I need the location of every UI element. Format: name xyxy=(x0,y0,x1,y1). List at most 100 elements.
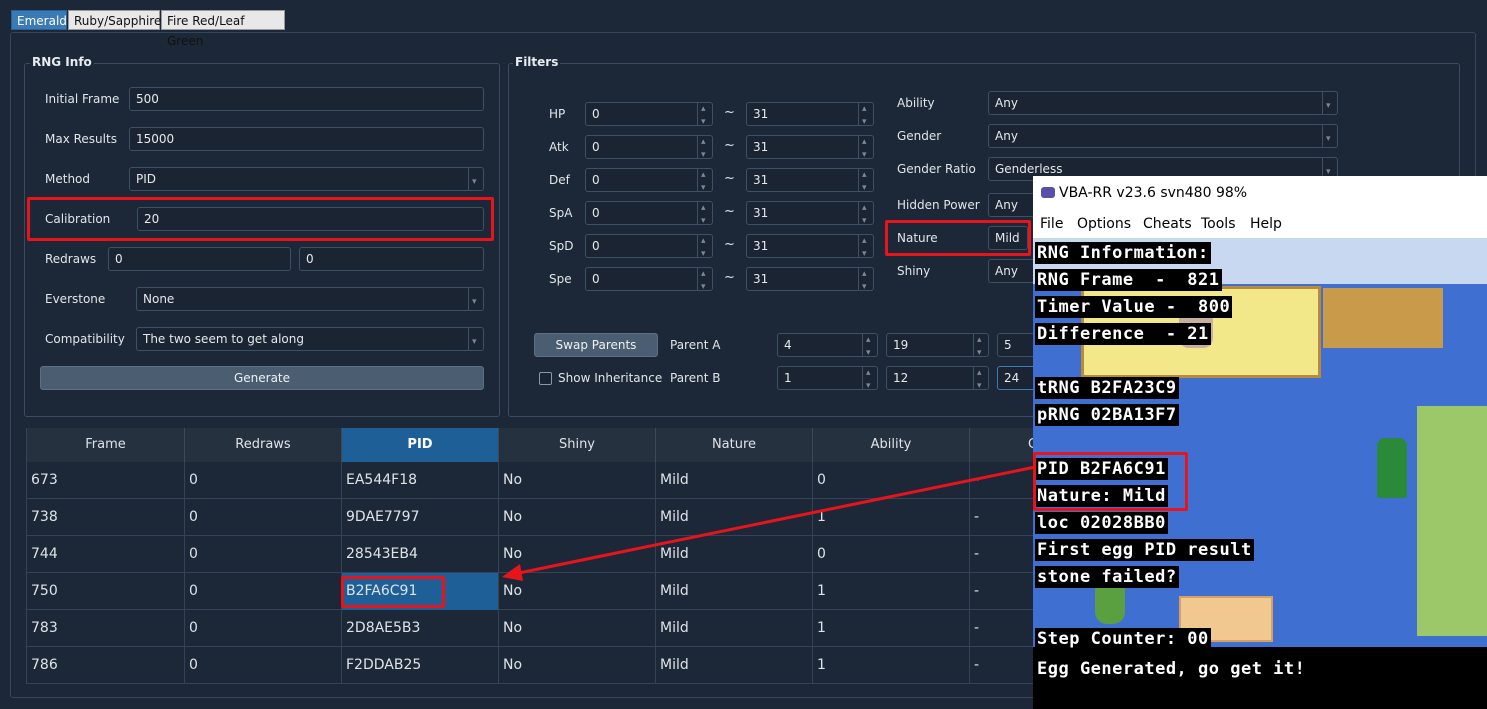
nature-highlight xyxy=(885,220,1031,256)
max-results-label: Max Results xyxy=(45,132,117,146)
table-row[interactable]: 783 0 2D8AE5B3 No Mild 1- xyxy=(26,610,1036,647)
menu-file[interactable]: File xyxy=(1040,210,1063,238)
iv-range-tilde: ~ xyxy=(724,171,735,186)
chevron-down-icon xyxy=(1322,125,1337,150)
parent-a-iv-2[interactable]: 19 xyxy=(886,329,989,364)
tab-ruby-sapphire[interactable]: Ruby/Sapphire xyxy=(68,10,161,30)
redraws-label: Redraws xyxy=(45,252,97,266)
generate-button[interactable]: Generate xyxy=(40,366,484,390)
pid-nature-highlight xyxy=(1033,452,1188,511)
cell-pid: F2DDAB25 xyxy=(342,647,499,684)
tab-fire-red-leaf-green[interactable]: Fire Red/Leaf Green xyxy=(161,10,285,48)
cell-ability: 1 xyxy=(813,647,970,684)
cell-pid: EA544F18 xyxy=(342,462,499,499)
gender-label: Gender xyxy=(897,129,942,143)
column-header-g[interactable]: G xyxy=(970,428,1038,462)
compatibility-select[interactable]: The two seem to get along xyxy=(136,327,484,353)
cell-frame: 738 xyxy=(27,499,185,536)
iv-max-spa[interactable]: 31 xyxy=(746,197,874,232)
gender-select[interactable]: Any xyxy=(988,124,1338,150)
overlay-line: pRNG 02BA13F7 xyxy=(1035,404,1179,426)
column-header-shiny[interactable]: Shiny xyxy=(499,428,656,462)
parent-b-label: Parent B xyxy=(670,371,721,385)
filters-title: Filters xyxy=(513,55,561,69)
game-grass xyxy=(1417,406,1487,636)
table-row[interactable]: 786 0 F2DDAB25 No Mild 1- xyxy=(26,647,1036,684)
iv-min-spe[interactable]: 0 xyxy=(585,263,713,298)
iv-max-atk[interactable]: 31 xyxy=(746,131,874,166)
iv-label-def: Def xyxy=(549,173,570,187)
iv-range-tilde: ~ xyxy=(724,105,735,120)
method-select[interactable]: PID xyxy=(129,167,484,193)
gender-ratio-label: Gender Ratio xyxy=(897,162,976,176)
ability-select[interactable]: Any xyxy=(988,91,1338,117)
initial-frame-label: Initial Frame xyxy=(45,92,120,106)
cell-ability: 1 xyxy=(813,610,970,647)
iv-max-spe[interactable]: 31 xyxy=(746,263,874,298)
column-header-frame[interactable]: Frame xyxy=(27,428,185,462)
parent-b-iv-2[interactable]: 12 xyxy=(886,362,989,397)
max-results-field[interactable]: 15000 xyxy=(129,127,484,151)
initial-frame-field[interactable]: 500 xyxy=(129,87,484,111)
chevron-down-icon xyxy=(468,168,483,193)
parent-a-iv-3[interactable]: 5 xyxy=(997,333,1037,357)
vba-window: VBA-RR v23.6 svn480 98% File Options Che… xyxy=(1033,176,1487,709)
redraws-max-field[interactable]: 0 xyxy=(299,247,484,271)
menu-help[interactable]: Help xyxy=(1250,210,1282,238)
ability-label: Ability xyxy=(897,96,935,110)
overlay-line: stone failed? xyxy=(1035,566,1179,588)
cell-redraws: 0 xyxy=(185,462,342,499)
cell-redraws: 0 xyxy=(185,573,342,610)
overlay-line: Egg Generated, go get it! xyxy=(1035,658,1308,680)
annotation-arrow xyxy=(502,464,1041,581)
iv-min-hp[interactable]: 0 xyxy=(585,98,713,133)
everstone-select[interactable]: None xyxy=(136,287,484,313)
cell-redraws: 0 xyxy=(185,536,342,573)
cell-shiny: No xyxy=(499,610,656,647)
overlay-line: Timer Value - 800 xyxy=(1035,296,1233,318)
column-header-nature[interactable]: Nature xyxy=(656,428,813,462)
method-label: Method xyxy=(45,172,91,186)
cell-redraws: 0 xyxy=(185,610,342,647)
cell-pid: 28543EB4 xyxy=(342,536,499,573)
vba-title: VBA-RR v23.6 svn480 98% xyxy=(1059,185,1248,201)
cell-g: - xyxy=(970,610,1036,647)
parent-b-iv-3[interactable]: 24 xyxy=(997,366,1037,390)
player-sprite xyxy=(1377,438,1407,498)
redraws-min-field[interactable]: 0 xyxy=(108,247,291,271)
menu-cheats[interactable]: Cheats xyxy=(1143,210,1192,238)
iv-range-tilde: ~ xyxy=(724,204,735,219)
column-header-pid[interactable]: PID xyxy=(342,428,499,462)
column-header-ability[interactable]: Ability xyxy=(813,428,970,462)
cell-frame: 786 xyxy=(27,647,185,684)
parent-a-label: Parent A xyxy=(670,338,721,352)
cell-pid: 2D8AE5B3 xyxy=(342,610,499,647)
swap-parents-button[interactable]: Swap Parents xyxy=(534,333,658,357)
menu-tools[interactable]: Tools xyxy=(1201,210,1236,238)
column-header-redraws[interactable]: Redraws xyxy=(185,428,342,462)
cell-frame: 744 xyxy=(27,536,185,573)
shiny-label: Shiny xyxy=(897,264,931,278)
cell-redraws: 0 xyxy=(185,499,342,536)
iv-max-def[interactable]: 31 xyxy=(746,164,874,199)
iv-label-atk: Atk xyxy=(549,140,569,154)
cell-nature: Mild xyxy=(656,610,813,647)
overlay-line: tRNG B2FA23C9 xyxy=(1035,377,1179,399)
iv-min-atk[interactable]: 0 xyxy=(585,131,713,166)
parent-b-iv-1[interactable]: 1 xyxy=(777,362,878,397)
parent-a-iv-1[interactable]: 4 xyxy=(777,329,878,364)
game-shelf xyxy=(1323,288,1443,348)
iv-min-spa[interactable]: 0 xyxy=(585,197,713,232)
iv-max-hp[interactable]: 31 xyxy=(746,98,874,133)
tab-emerald[interactable]: Emerald xyxy=(11,10,67,30)
overlay-line: First egg PID result xyxy=(1035,539,1254,561)
iv-max-spd[interactable]: 31 xyxy=(746,230,874,265)
chevron-down-icon xyxy=(1322,92,1337,117)
calibration-highlight xyxy=(27,197,494,241)
show-inheritance-checkbox[interactable] xyxy=(539,372,552,385)
iv-min-spd[interactable]: 0 xyxy=(585,230,713,265)
overlay-line: RNG Frame - 821 xyxy=(1035,269,1222,291)
everstone-label: Everstone xyxy=(45,292,106,306)
menu-options[interactable]: Options xyxy=(1077,210,1131,238)
iv-min-def[interactable]: 0 xyxy=(585,164,713,199)
